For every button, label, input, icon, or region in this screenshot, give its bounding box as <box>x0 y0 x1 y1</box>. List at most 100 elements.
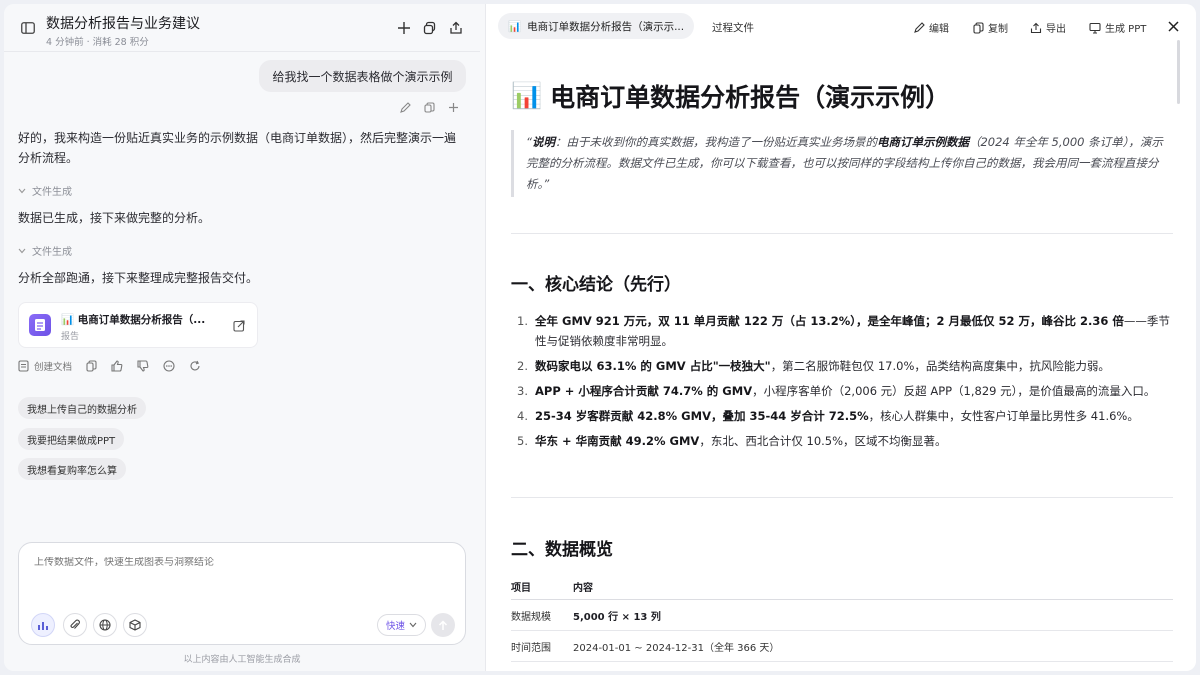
add-icon[interactable] <box>446 100 460 114</box>
table-header-row: 项目 内容 <box>511 574 1173 600</box>
share-icon[interactable] <box>448 20 464 36</box>
create-document-button[interactable]: 创建文档 <box>18 359 72 373</box>
report-note-quote: “说明：由于未收到你的真实数据，我构造了一份贴近真实业务场景的电商订单示例数据（… <box>511 130 1173 197</box>
finding-text: ，东北、西北合计仅 10.5%，区域不均衡显著。 <box>699 434 947 448</box>
data-analysis-tool-icon[interactable] <box>31 613 55 637</box>
table-header-cell: 项目 <box>511 583 531 594</box>
scrollbar[interactable] <box>1177 40 1180 104</box>
section-2-heading: 二、数据概览 <box>511 540 613 560</box>
chat-header: 数据分析报告与业务建议 4 分钟前 · 消耗 28 积分 <box>4 4 480 52</box>
document-icon <box>29 314 51 336</box>
tab-process-files[interactable]: 过程文件 <box>712 20 754 35</box>
finding-number: 3. <box>517 384 528 398</box>
quote-text-bold: 电商订单示例数据 <box>876 135 969 149</box>
finding-text: ，第二名服饰鞋包仅 17.0%，品类结构高度集中，抗风险能力弱。 <box>770 359 1110 373</box>
open-external-icon[interactable] <box>233 317 245 336</box>
file-generation-fold-1[interactable]: 文件生成 <box>18 183 72 198</box>
arrow-up-icon <box>438 619 448 630</box>
export-button[interactable]: 导出 <box>1030 20 1066 35</box>
file-card-tag: 报告 <box>61 332 80 342</box>
fold-label: 文件生成 <box>32 187 72 198</box>
create-document-label: 创建文档 <box>34 362 73 373</box>
finding-bold: 25-34 岁客群贡献 42.8% GMV，叠加 35-44 岁合计 72.5% <box>535 409 869 423</box>
chevron-down-icon <box>18 248 26 253</box>
chat-input[interactable] <box>34 557 434 568</box>
finding-item: 2. 数码家电以 63.1% 的 GMV 占比"一枝独大"，第二名服饰鞋包仅 17… <box>511 356 1173 376</box>
cube-icon[interactable] <box>123 613 147 637</box>
edit-button[interactable]: 编辑 <box>914 20 949 35</box>
presentation-icon <box>1089 22 1101 34</box>
history-icon[interactable] <box>422 20 438 36</box>
globe-icon[interactable] <box>93 613 117 637</box>
table-cell: 2024-01-01 ~ 2024-12-31（全年 366 天） <box>573 642 780 654</box>
divider <box>511 233 1173 234</box>
table-cell: 时间范围 <box>511 642 551 654</box>
finding-bold: 全年 GMV 921 万元，双 11 单月贡献 122 万（占 13.2%），是… <box>535 314 1124 328</box>
report-title-text: 电商订单数据分析报告（演示示例） <box>550 83 951 112</box>
tab-report-label: 电商订单数据分析报告（演示示... <box>527 20 685 33</box>
finding-text: ，小程序客单价（2,006 元）反超 APP（1,829 元），是价值最高的流量… <box>752 384 1156 398</box>
regenerate-icon[interactable] <box>189 360 201 372</box>
file-icon <box>18 360 29 372</box>
chevron-down-icon <box>409 622 417 628</box>
thumbs-up-icon[interactable] <box>111 360 123 372</box>
finding-item: 4. 25-34 岁客群贡献 42.8% GMV，叠加 35-44 岁合计 72.… <box>511 406 1173 426</box>
finding-bold: 华东 + 华南贡献 49.2% GMV <box>535 434 700 448</box>
table-cell: 5,000 行 × 13 列 <box>573 611 661 623</box>
key-findings-list: 1. 全年 GMV 921 万元，双 11 单月贡献 122 万（占 13.2%）… <box>511 311 1173 456</box>
copy-button[interactable]: 复制 <box>973 20 1008 35</box>
suggestion-chip-3[interactable]: 我想看复购率怎么算 <box>18 458 126 480</box>
attach-icon[interactable] <box>63 613 87 637</box>
finding-bold: 数码家电以 63.1% 的 GMV 占比"一枝独大" <box>535 359 771 373</box>
more-icon[interactable] <box>163 360 175 372</box>
table-row: 时间范围 2024-01-01 ~ 2024-12-31（全年 366 天） <box>511 631 1173 662</box>
copy-label: 复制 <box>988 24 1008 35</box>
generate-ppt-button[interactable]: 生成 PPT <box>1089 20 1146 35</box>
finding-item: 5. 华东 + 华南贡献 49.2% GMV，东北、西北合计仅 10.5%，区域不… <box>511 431 1173 451</box>
report-file-card[interactable]: 📊 电商订单数据分析报告（... 报告 <box>18 302 258 348</box>
fold-label: 文件生成 <box>32 247 72 258</box>
report-title: 📊 电商订单数据分析报告（演示示例） <box>511 78 950 114</box>
suggestion-chip-1[interactable]: 我想上传自己的数据分析 <box>18 397 146 419</box>
table-row: 数据规模 5,000 行 × 13 列 <box>511 600 1173 631</box>
send-button[interactable] <box>431 613 455 637</box>
copy-icon[interactable] <box>422 100 436 114</box>
export-icon <box>1030 22 1042 33</box>
document-preview-panel: 📊 电商订单数据分析报告（演示示... 过程文件 编辑 复制 导出 生成 PPT <box>485 4 1196 671</box>
chat-input-box: 快速 <box>18 542 466 645</box>
finding-number: 1. <box>517 314 528 328</box>
table-cell: 数据规模 <box>511 611 551 623</box>
data-overview-table: 项目 内容 数据规模 5,000 行 × 13 列 时间范围 2024-01-0… <box>511 574 1173 662</box>
close-icon[interactable] <box>1166 19 1180 33</box>
file-generation-fold-2[interactable]: 文件生成 <box>18 243 72 258</box>
chart-emoji-icon: 📊 <box>511 81 543 110</box>
finding-text: ，核心人群集中，女性客户订单量比男性多 41.6%。 <box>868 409 1139 423</box>
tab-report[interactable]: 📊 电商订单数据分析报告（演示示... <box>498 13 694 39</box>
preview-header: 📊 电商订单数据分析报告（演示示... 过程文件 编辑 复制 导出 生成 PPT <box>486 4 1196 48</box>
file-card-title: 电商订单数据分析报告（... <box>77 314 206 326</box>
user-message-bubble: 给我找一个数据表格做个演示示例 <box>259 60 466 92</box>
assistant-reply-2: 数据已生成，接下来做完整的分析。 <box>18 211 211 225</box>
edit-label: 编辑 <box>929 24 949 35</box>
finding-item: 3. APP + 小程序合计贡献 74.7% 的 GMV，小程序客单价（2,006… <box>511 381 1173 401</box>
edit-icon[interactable] <box>398 100 412 114</box>
finding-number: 2. <box>517 359 528 373</box>
speed-mode-label: 快速 <box>386 621 406 632</box>
conversation-meta: 4 分钟前 · 消耗 28 积分 <box>46 37 149 48</box>
chat-panel: 数据分析报告与业务建议 4 分钟前 · 消耗 28 积分 给我找一个数据表格做个… <box>4 4 480 671</box>
new-chat-icon[interactable] <box>396 20 412 36</box>
generate-ppt-label: 生成 PPT <box>1105 24 1147 35</box>
copy-reply-icon[interactable] <box>86 360 97 372</box>
reply-action-row: 创建文档 <box>18 358 215 374</box>
thumbs-down-icon[interactable] <box>137 360 149 372</box>
finding-bold: APP + 小程序合计贡献 74.7% 的 GMV <box>535 384 753 398</box>
chart-emoji-icon: 📊 <box>61 314 75 326</box>
suggestion-chip-2[interactable]: 我要把结果做成PPT <box>18 428 125 450</box>
speed-mode-select[interactable]: 快速 <box>377 614 427 636</box>
finding-number: 4. <box>517 409 528 423</box>
export-label: 导出 <box>1046 24 1066 35</box>
sidebar-toggle-icon[interactable] <box>20 21 36 35</box>
quote-text-pre: ：由于未收到你的真实数据，我构造了一份贴近真实业务场景的 <box>554 135 877 149</box>
section-1-heading: 一、核心结论（先行） <box>511 275 681 295</box>
chart-emoji-icon: 📊 <box>508 20 522 33</box>
